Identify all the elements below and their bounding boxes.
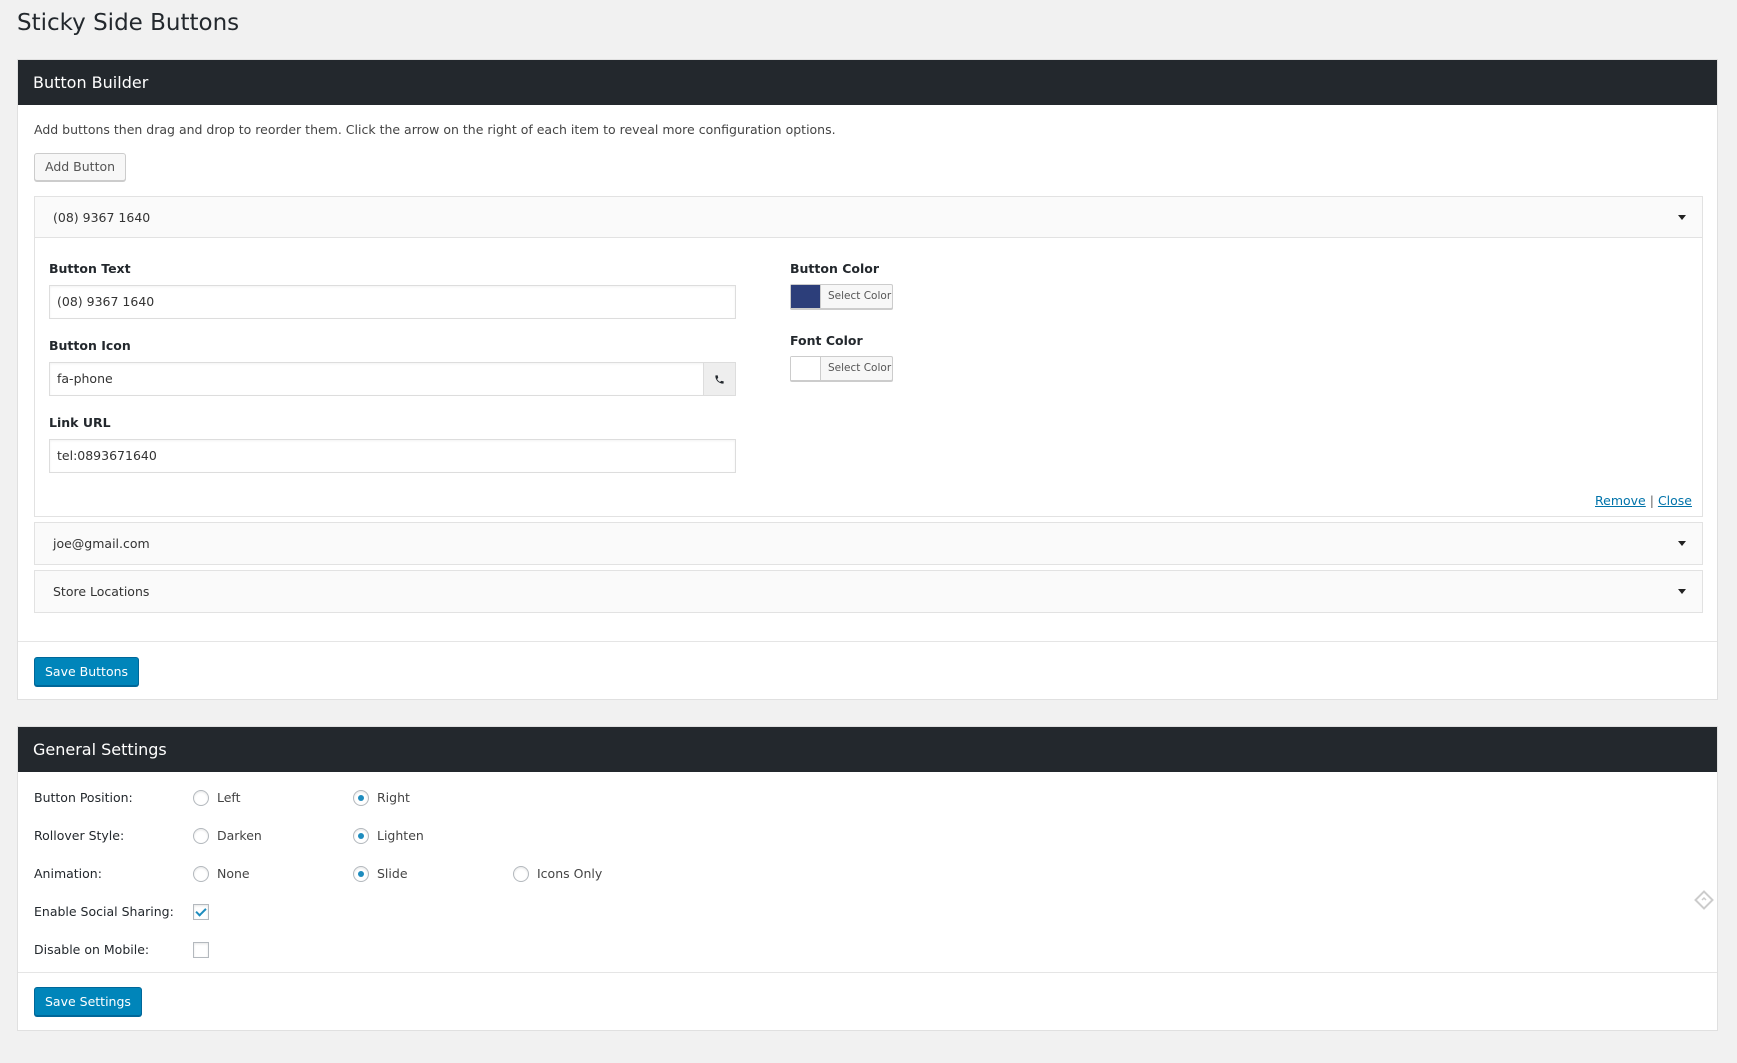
button-builder-header: Button Builder — [18, 60, 1717, 105]
option-label: Left — [217, 790, 241, 805]
font-color-label: Font Color — [790, 333, 863, 348]
disable-mobile-checkbox[interactable] — [193, 942, 209, 958]
general-settings-panel: General Settings Button Position: Left R… — [17, 726, 1718, 1031]
button-icon-value: fa-phone — [57, 371, 113, 386]
builder-intro-text: Add buttons then drag and drop to reorde… — [34, 122, 836, 137]
button-item-title: joe@gmail.com — [53, 536, 150, 551]
animation-label: Animation: — [34, 866, 102, 881]
diamond-icon[interactable] — [1693, 889, 1715, 911]
button-text-value: (08) 9367 1640 — [57, 294, 155, 309]
button-item-header[interactable]: (08) 9367 1640 — [35, 197, 1702, 238]
button-item-header[interactable]: Store Locations — [35, 571, 1702, 612]
button-icon-label: Button Icon — [49, 338, 131, 353]
divider — [18, 641, 1717, 642]
remove-link[interactable]: Remove — [1595, 493, 1646, 508]
radio-animation-icons-only[interactable] — [513, 866, 529, 882]
option-label: Darken — [217, 828, 262, 843]
button-text-label: Button Text — [49, 261, 131, 276]
general-settings-header: General Settings — [18, 727, 1717, 772]
button-color-swatch — [791, 285, 821, 308]
radio-rollover-darken[interactable] — [193, 828, 209, 844]
caret-down-icon[interactable] — [1678, 541, 1686, 546]
radio-position-left[interactable] — [193, 790, 209, 806]
item-actions: Remove | Close — [1595, 493, 1692, 508]
button-item-store-locations: Store Locations — [34, 570, 1703, 613]
social-sharing-checkbox[interactable] — [193, 904, 209, 920]
button-icon-input[interactable]: fa-phone — [49, 362, 736, 396]
button-color-label: Button Color — [790, 261, 880, 276]
caret-down-icon[interactable] — [1678, 215, 1686, 220]
radio-rollover-lighten[interactable] — [353, 828, 369, 844]
radio-position-right[interactable] — [353, 790, 369, 806]
button-item-title: (08) 9367 1640 — [53, 210, 151, 225]
page-title: Sticky Side Buttons — [17, 10, 240, 36]
option-label: Lighten — [377, 828, 424, 843]
rollover-style-label: Rollover Style: — [34, 828, 125, 843]
link-url-label: Link URL — [49, 415, 111, 430]
option-label: Right — [377, 790, 410, 805]
close-link[interactable]: Close — [1658, 493, 1692, 508]
link-url-value: tel:0893671640 — [57, 448, 157, 463]
phone-icon[interactable] — [703, 363, 735, 395]
option-label: Slide — [377, 866, 408, 881]
select-color-label: Select Color — [828, 362, 892, 374]
add-button[interactable]: Add Button — [34, 153, 127, 181]
caret-down-icon[interactable] — [1678, 589, 1686, 594]
button-position-label: Button Position: — [34, 790, 133, 805]
button-builder-panel: Button Builder Add buttons then drag and… — [17, 59, 1718, 700]
link-url-input[interactable]: tel:0893671640 — [49, 439, 736, 473]
divider — [18, 972, 1717, 973]
page: Sticky Side Buttons Button Builder Add b… — [0, 0, 1737, 1063]
social-sharing-label: Enable Social Sharing: — [34, 904, 174, 919]
button-color-picker[interactable]: Select Color — [790, 284, 893, 309]
button-item-header[interactable]: joe@gmail.com — [35, 523, 1702, 564]
font-color-swatch — [791, 357, 821, 380]
button-item-phone: (08) 9367 1640 Button Text (08) 9367 164… — [34, 196, 1703, 517]
select-color-label: Select Color — [828, 290, 892, 302]
disable-mobile-label: Disable on Mobile: — [34, 942, 150, 957]
button-item-email: joe@gmail.com — [34, 522, 1703, 565]
button-item-title: Store Locations — [53, 584, 150, 599]
radio-animation-slide[interactable] — [353, 866, 369, 882]
option-label: None — [217, 866, 250, 881]
radio-animation-none[interactable] — [193, 866, 209, 882]
font-color-picker[interactable]: Select Color — [790, 356, 893, 381]
save-settings-button[interactable]: Save Settings — [34, 987, 142, 1016]
action-separator: | — [1649, 493, 1654, 508]
save-buttons-button[interactable]: Save Buttons — [34, 657, 140, 686]
button-text-input[interactable]: (08) 9367 1640 — [49, 285, 736, 319]
option-label: Icons Only — [537, 866, 603, 881]
